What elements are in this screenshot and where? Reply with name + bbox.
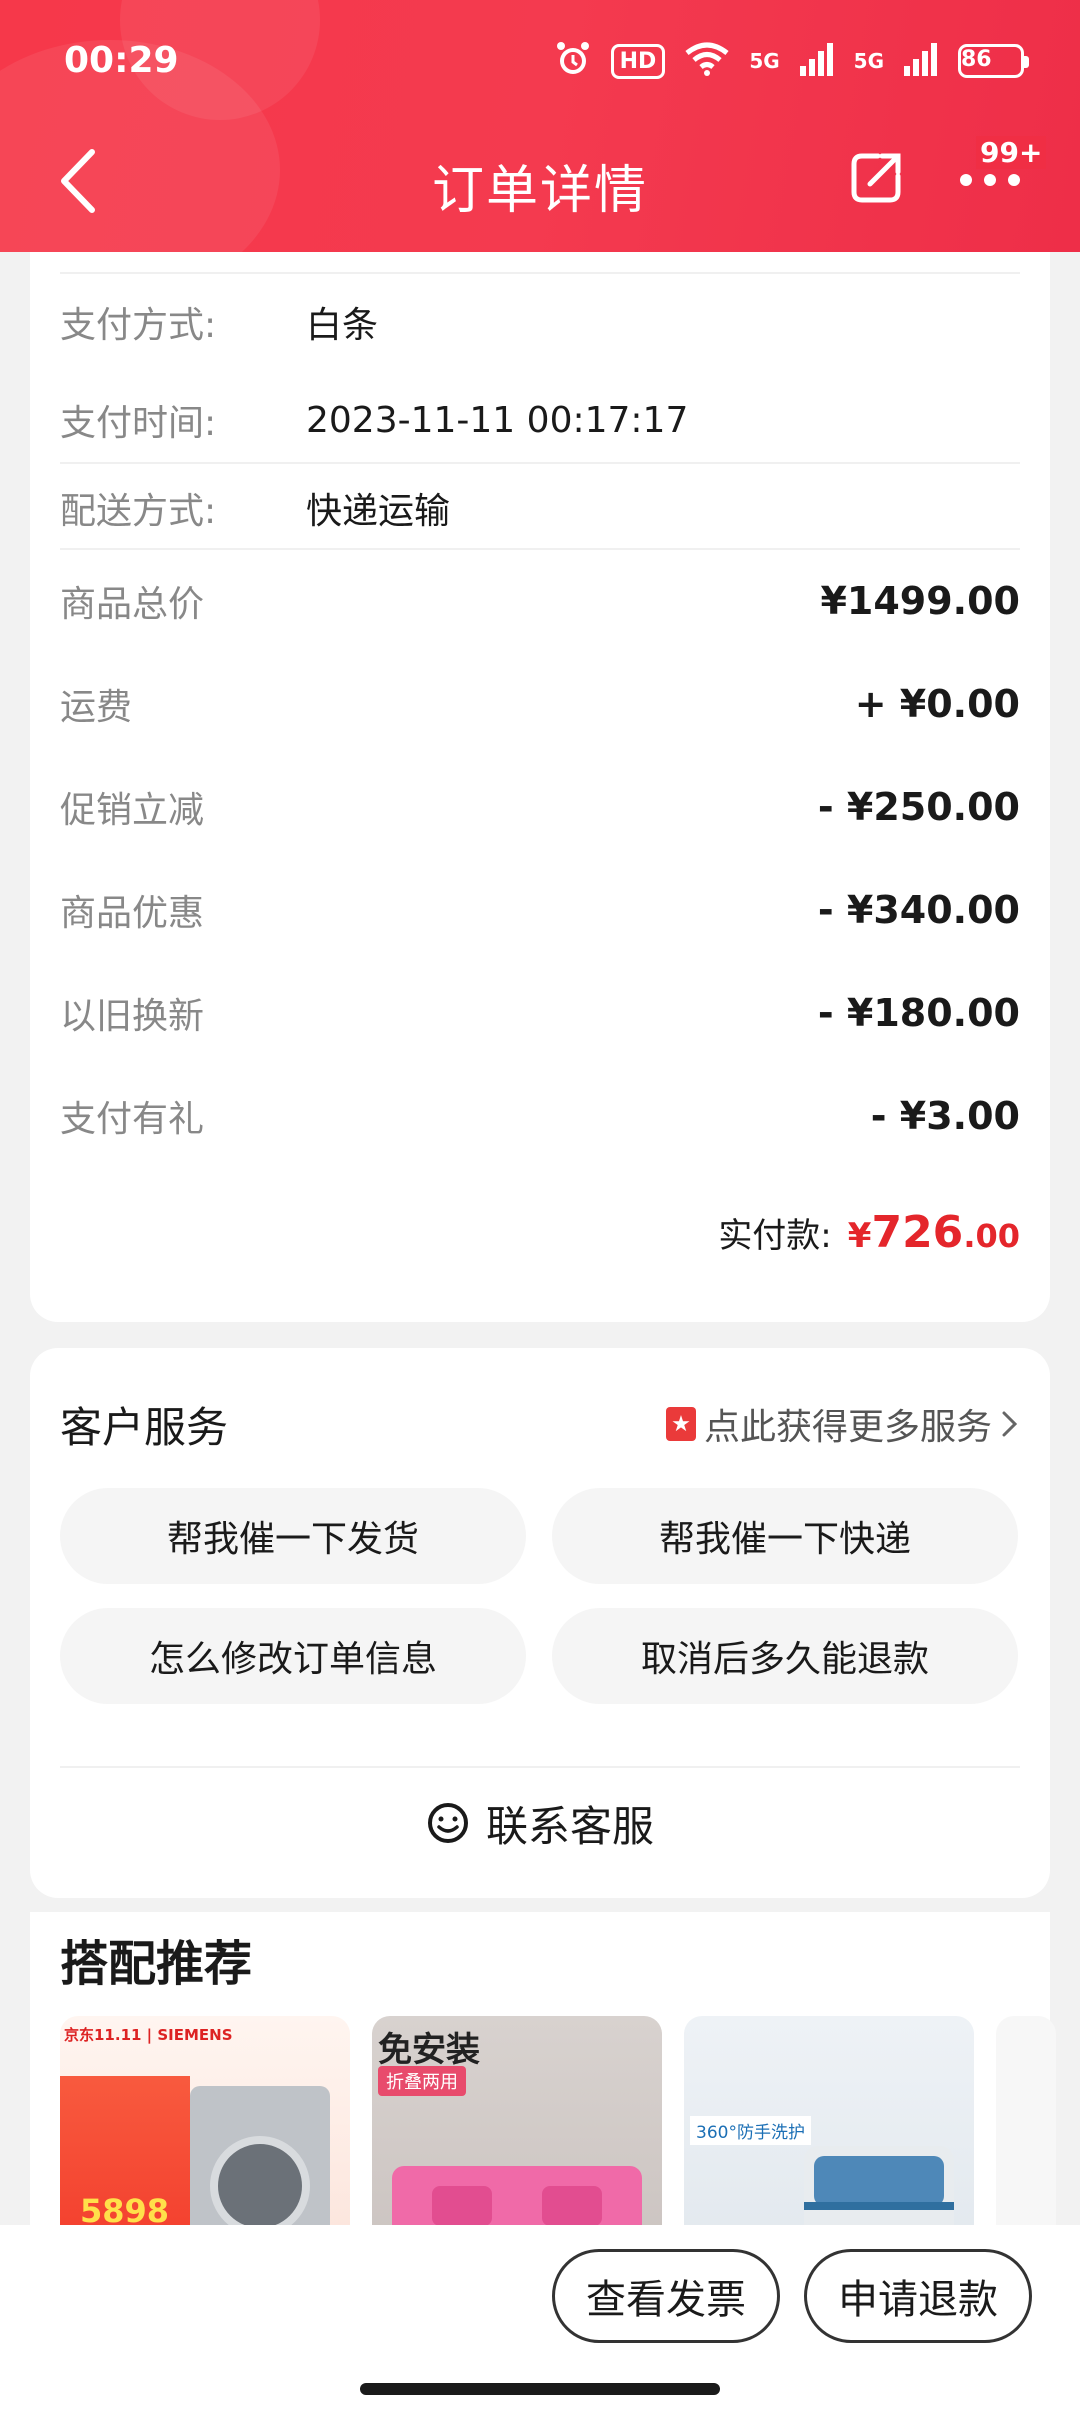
contact-service-button[interactable]: 联系客服 bbox=[30, 1773, 1050, 1873]
price-value: - ¥3.00 bbox=[870, 1094, 1020, 1138]
home-indicator bbox=[360, 2383, 720, 2395]
price-value: - ¥250.00 bbox=[817, 785, 1020, 829]
modify-order-button[interactable]: 怎么修改订单信息 bbox=[60, 1608, 526, 1704]
signal-5g-label: 5G bbox=[749, 49, 780, 73]
price-row: 运费 + ¥0.00 bbox=[60, 659, 1020, 749]
status-time: 00:29 bbox=[64, 40, 179, 81]
price-value: + ¥0.00 bbox=[854, 682, 1020, 726]
customer-service-title: 客户服务 bbox=[60, 1403, 229, 1452]
total-paid: 实付款: ¥726.00 bbox=[718, 1207, 1020, 1287]
price-value: ¥1499.00 bbox=[820, 579, 1020, 623]
star-icon: ★ bbox=[665, 1407, 696, 1441]
info-label: 配送方式: bbox=[60, 491, 217, 532]
signal-5g-label: 5G bbox=[853, 49, 884, 73]
customer-service-card: 客户服务 ★ 点此获得更多服务 帮我催一下发货 帮我催一下快递 怎么修改订单信息… bbox=[30, 1348, 1050, 1898]
price-row: 支付有礼 - ¥3.00 bbox=[60, 1071, 1020, 1161]
info-value: 2023-11-11 00:17:17 bbox=[306, 399, 689, 441]
urge-delivery-button[interactable]: 帮我催一下快递 bbox=[552, 1488, 1018, 1584]
apply-refund-button[interactable]: 申请退款 bbox=[804, 2249, 1032, 2343]
info-label: 支付时间: bbox=[60, 403, 217, 444]
wifi-icon bbox=[685, 41, 729, 81]
info-value: 白条 bbox=[306, 305, 379, 346]
item-brand: 360°防手洗护 bbox=[690, 2116, 811, 2145]
status-icons: HD 5G 5G 86 bbox=[555, 38, 1029, 84]
payment-time-row: 支付时间: 2023-11-11 00:17:17 bbox=[60, 380, 1020, 460]
status-bar: 00:29 HD 5G 5G 86 bbox=[0, 0, 1080, 120]
total-currency: ¥ bbox=[847, 1216, 872, 1256]
divider bbox=[60, 272, 1020, 274]
price-label: 商品优惠 bbox=[60, 893, 205, 934]
price-value: - ¥340.00 bbox=[817, 888, 1020, 932]
payment-method-row: 支付方式: 白条 bbox=[60, 282, 1020, 362]
total-label: 实付款: bbox=[718, 1216, 832, 1256]
delivery-method-row: 配送方式: 快递运输 bbox=[60, 468, 1020, 548]
price-label: 商品总价 bbox=[60, 584, 205, 625]
price-row: 促销立减 - ¥250.00 bbox=[60, 762, 1020, 852]
bottom-action-bar: 查看发票 申请退款 bbox=[0, 2225, 1080, 2412]
price-value: - ¥180.00 bbox=[817, 991, 1020, 1035]
recommend-title: 搭配推荐 bbox=[60, 1936, 253, 1992]
more-services-link[interactable]: ★ 点此获得更多服务 bbox=[665, 1398, 1020, 1450]
hd-voice-icon: HD bbox=[610, 43, 666, 79]
item-brand: 京东11.11 | SIEMENS bbox=[64, 2026, 233, 2044]
divider bbox=[60, 462, 1020, 464]
page-title: 订单详情 bbox=[431, 161, 648, 221]
price-label: 以旧换新 bbox=[60, 996, 205, 1037]
view-invoice-button[interactable]: 查看发票 bbox=[552, 2249, 780, 2343]
message-badge: 99+ bbox=[976, 136, 1047, 169]
price-row: 商品总价 ¥1499.00 bbox=[60, 556, 1020, 646]
total-decimal: .00 bbox=[963, 1217, 1020, 1255]
more-services-label: 点此获得更多服务 bbox=[703, 1407, 992, 1448]
share-button[interactable] bbox=[848, 150, 904, 206]
header: 00:29 HD 5G 5G 86 订单详情 99+ bbox=[0, 0, 1080, 252]
smile-icon bbox=[427, 1803, 468, 1843]
divider bbox=[60, 548, 1020, 550]
price-label: 支付有礼 bbox=[60, 1099, 205, 1140]
total-integer: 726 bbox=[871, 1207, 964, 1258]
battery-icon: 86 bbox=[958, 44, 1029, 78]
signal-icon bbox=[799, 42, 834, 80]
info-label: 支付方式: bbox=[60, 305, 217, 346]
price-row: 商品优惠 - ¥340.00 bbox=[60, 865, 1020, 955]
refund-time-button[interactable]: 取消后多久能退款 bbox=[552, 1608, 1018, 1704]
price-label: 运费 bbox=[60, 687, 133, 728]
alarm-icon bbox=[555, 40, 591, 82]
info-value: 快递运输 bbox=[306, 491, 451, 532]
signal-icon bbox=[904, 42, 938, 80]
price-row: 以旧换新 - ¥180.00 bbox=[60, 968, 1020, 1058]
urge-shipping-button[interactable]: 帮我催一下发货 bbox=[60, 1488, 526, 1584]
contact-service-label: 联系客服 bbox=[485, 1801, 654, 1851]
order-detail-card: 支付方式: 白条 支付时间: 2023-11-11 00:17:17 配送方式:… bbox=[30, 252, 1050, 1322]
total-amount: ¥726.00 bbox=[848, 1207, 1020, 1258]
chevron-right-icon bbox=[1002, 1411, 1018, 1437]
divider bbox=[60, 1766, 1020, 1768]
item-brand: 免安装 bbox=[378, 2030, 480, 2070]
item-tag: 折叠两用 bbox=[378, 2066, 466, 2096]
price-label: 促销立减 bbox=[60, 790, 205, 831]
